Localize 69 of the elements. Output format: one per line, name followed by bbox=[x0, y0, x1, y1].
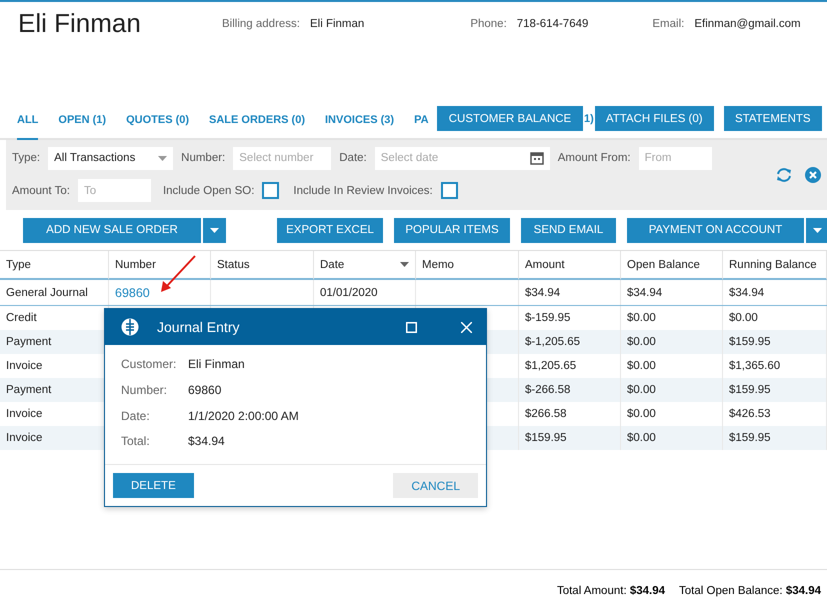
number-label: Number: bbox=[181, 152, 226, 164]
tab[interactable]: PA bbox=[414, 106, 429, 140]
amount-to-label: Amount To: bbox=[12, 184, 70, 197]
tab[interactable]: INVOICES (3) bbox=[325, 106, 394, 140]
action-button[interactable]: SEND EMAIL bbox=[521, 218, 616, 242]
caret-icon bbox=[158, 156, 168, 161]
caret-icon bbox=[210, 228, 219, 233]
date-field[interactable]: Select date bbox=[374, 146, 550, 170]
table-cell: 01/01/2020 bbox=[314, 280, 416, 305]
review-invoices-label: Include In Review Invoices: bbox=[293, 184, 433, 197]
field-label: Number: bbox=[121, 382, 168, 399]
arrow-annotation bbox=[158, 254, 198, 294]
tab[interactable]: SALE ORDERS (0) bbox=[209, 106, 305, 140]
close-icon[interactable] bbox=[461, 322, 472, 332]
date-label: Date: bbox=[339, 152, 367, 164]
calendar-icon[interactable] bbox=[530, 151, 544, 166]
attach-files-button[interactable]: ATTACH FILES (0) bbox=[594, 106, 714, 131]
action-button[interactable]: ADD NEW SALE ORDER bbox=[23, 218, 201, 242]
table-cell: $34.94 bbox=[723, 280, 827, 305]
open-so-label: Include Open SO: bbox=[162, 184, 254, 197]
table-cell: $159.95 bbox=[723, 426, 827, 450]
field-value: $34.94 bbox=[188, 434, 226, 450]
table-cell: $34.94 bbox=[519, 280, 621, 305]
billing-label: Billing address: bbox=[222, 18, 300, 30]
dropdown-button[interactable] bbox=[806, 218, 827, 242]
field-label: Customer: bbox=[121, 357, 178, 373]
delete-button[interactable]: DELETE bbox=[113, 473, 194, 498]
field-value: 1/1/2020 2:00:00 AM bbox=[188, 408, 300, 424]
action-button[interactable]: EXPORT EXCEL bbox=[277, 218, 383, 242]
field-label: Date: bbox=[121, 408, 151, 424]
table-cell: General Journal bbox=[0, 280, 109, 305]
checkbox[interactable] bbox=[440, 182, 458, 200]
sort-icon bbox=[400, 262, 409, 267]
type-dropdown[interactable]: All Transactions bbox=[48, 146, 174, 170]
dialog-title: Journal Entry bbox=[157, 319, 240, 335]
checkbox[interactable] bbox=[262, 182, 280, 200]
caret-icon bbox=[813, 228, 822, 233]
amount-from-label: Amount From: bbox=[558, 152, 631, 164]
billing-value: Eli Finman bbox=[310, 18, 364, 30]
field-value: Eli Finman bbox=[188, 357, 246, 373]
dropdown-button[interactable] bbox=[203, 218, 226, 242]
action-button[interactable]: POPULAR ITEMS bbox=[394, 218, 510, 242]
field-value: 69860 bbox=[188, 382, 222, 399]
customer-name: Eli Finman bbox=[18, 8, 142, 39]
table-cell: $159.95 bbox=[519, 426, 621, 450]
action-button[interactable]: PAYMENT ON ACCOUNT bbox=[627, 218, 804, 242]
field-label: Total: bbox=[121, 434, 151, 450]
total-open-balance: Total Open Balance: $34.94 bbox=[679, 584, 821, 596]
table-cell: $0.00 bbox=[621, 426, 723, 450]
logo-icon bbox=[121, 318, 139, 336]
number-field[interactable]: Select number bbox=[233, 146, 332, 170]
customer-balance-button[interactable]: CUSTOMER BALANCE bbox=[437, 106, 583, 131]
phone-label: Phone: bbox=[470, 18, 507, 30]
statements-button[interactable]: STATEMENTS bbox=[724, 106, 822, 131]
table-cell: $34.94 bbox=[621, 280, 723, 305]
tab[interactable]: OPEN (1) bbox=[58, 106, 106, 140]
refresh-icon[interactable] bbox=[775, 167, 793, 183]
maximize-icon[interactable] bbox=[406, 322, 417, 332]
email-label: Email: bbox=[652, 18, 684, 30]
phone-value: 718-614-7649 bbox=[516, 18, 588, 30]
tab[interactable]: QUOTES (0) bbox=[126, 106, 190, 140]
amount-to-field[interactable]: To bbox=[78, 179, 151, 202]
total-amount: Total Amount: $34.94 bbox=[556, 584, 666, 596]
cancel-button[interactable]: CANCEL bbox=[393, 473, 478, 498]
email-value: Efinman@gmail.com bbox=[694, 18, 801, 30]
tab[interactable]: 1) bbox=[583, 112, 595, 124]
close-icon[interactable] bbox=[805, 167, 821, 183]
amount-from-field[interactable]: From bbox=[638, 146, 712, 170]
type-label: Type: bbox=[12, 152, 40, 164]
